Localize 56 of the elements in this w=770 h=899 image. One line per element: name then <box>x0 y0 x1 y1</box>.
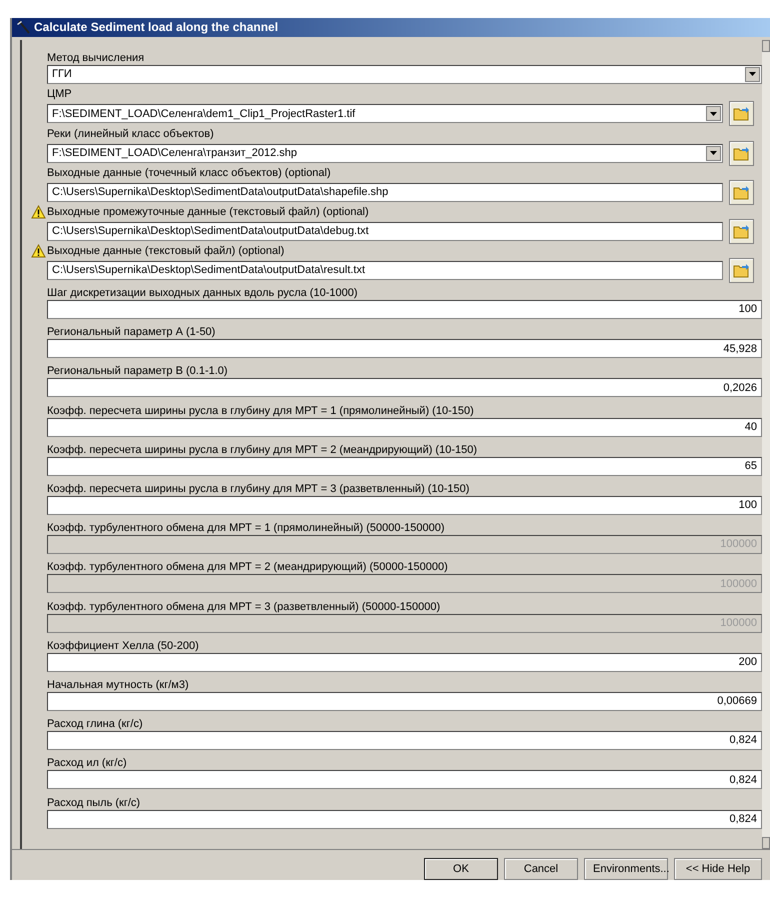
input-field[interactable]: C:\Users\Supernika\Desktop\SedimentData\outputData\shapefile.shp <box>47 182 723 202</box>
input-field[interactable]: 45,928 <box>47 339 762 358</box>
parameter-label: Начальная мутность (кг/м3) <box>47 678 189 692</box>
input-field[interactable]: C:\Users\Supernika\Desktop\SedimentData\outputData\debug.txt <box>47 222 723 241</box>
input-field[interactable]: 100 <box>47 496 762 516</box>
warning-icon <box>31 244 46 258</box>
dialog-button[interactable]: Cancel <box>504 858 578 880</box>
dropdown-field[interactable]: F:\SEDIMENT_LOAD\Селенга\dem1_Clip1_ProjectRaster1.tif <box>47 104 723 124</box>
parameter-label: Реки (линейный класс объектов) <box>47 126 214 141</box>
folder-icon <box>733 146 750 161</box>
folder-icon <box>733 106 750 122</box>
parameter-label: Расход пыль (кг/с) <box>47 796 140 810</box>
browse-button[interactable] <box>729 140 754 166</box>
input-field[interactable]: 40 <box>47 418 762 437</box>
parameter-label: Коэфф. турбулентного обмена для МРТ = 2 (меандрирующий) (50000-150000) <box>47 560 448 574</box>
browse-button[interactable] <box>729 180 754 205</box>
dropdown-field[interactable]: F:\SEDIMENT_LOAD\Селенга\транзит_2012.shp <box>47 144 723 163</box>
parameter-label: Региональный параметр В (0.1-1.0) <box>47 364 228 378</box>
input-field[interactable]: 65 <box>47 456 762 476</box>
parameter-label: Выходные промежуточные данные (текстовый файл) (optional) <box>47 204 369 219</box>
parameter-label: Метод вычисления <box>47 50 144 65</box>
parameter-label: Коэфф. пересчета ширины русла в глубину для МРТ = 2 (меандрирующий) (10-150) <box>47 442 478 457</box>
folder-icon <box>733 263 750 278</box>
browse-button[interactable] <box>729 218 754 244</box>
parameter-label: Региональный параметр А (1-50) <box>47 325 216 340</box>
parameter-label: Коэфф. пересчета ширины русла в глубину для МРТ = 3 (разветвленный) (10-150) <box>47 482 470 496</box>
parameter-label: Коэфф. турбулентного обмена для МРТ = 3 (разветвленный) (50000-150000) <box>47 600 440 614</box>
window-title: Calculate Sediment load along the channel <box>34 19 278 36</box>
input-field[interactable]: 100 <box>47 300 762 320</box>
dropdown-field[interactable]: ГГИ <box>47 64 762 84</box>
dialog-button[interactable]: Environments... <box>584 858 668 880</box>
input-field[interactable]: 0,2026 <box>47 378 762 398</box>
input-field[interactable]: 200 <box>47 652 762 672</box>
input-field[interactable]: 0,824 <box>47 770 762 790</box>
input-field[interactable]: C:\Users\Supernika\Desktop\SedimentData\outputData\result.txt <box>47 261 723 280</box>
input-field[interactable]: 0,824 <box>47 810 762 829</box>
hammer-icon <box>16 20 30 34</box>
parameter-label: ЦМР <box>47 87 72 102</box>
input-field[interactable]: 0,00669 <box>47 692 762 711</box>
browse-button[interactable] <box>729 258 754 284</box>
dialog-button[interactable]: OK <box>424 858 498 880</box>
browse-button[interactable] <box>729 101 754 126</box>
parameter-label: Расход ил (кг/с) <box>47 756 127 770</box>
parameter-label: Расход глина (кг/с) <box>47 717 143 732</box>
scrollbar[interactable] <box>762 40 770 849</box>
folder-icon <box>733 184 750 200</box>
parameter-label: Выходные данные (текстовый файл) (optional) <box>47 244 284 258</box>
parameter-label: Выходные данные (точечный класс объектов) (optional) <box>47 166 331 180</box>
warning-icon <box>31 204 46 219</box>
parameter-label: Шаг дискретизации выходных данных вдоль русла (10-1000) <box>47 286 358 300</box>
folder-icon <box>733 224 750 239</box>
parameter-label: Коэфф. турбулентного обмена для МРТ = 1 (прямолинейный) (50000-150000) <box>47 521 445 536</box>
input-field[interactable]: 0,824 <box>47 731 762 750</box>
parameter-label: Коэфф. пересчета ширины русла в глубину для МРТ = 1 (прямолинейный) (10-150) <box>47 404 474 418</box>
dialog-button[interactable]: << Hide Help <box>674 858 762 880</box>
parameter-label: Коэффициент Хелла (50-200) <box>47 638 199 653</box>
